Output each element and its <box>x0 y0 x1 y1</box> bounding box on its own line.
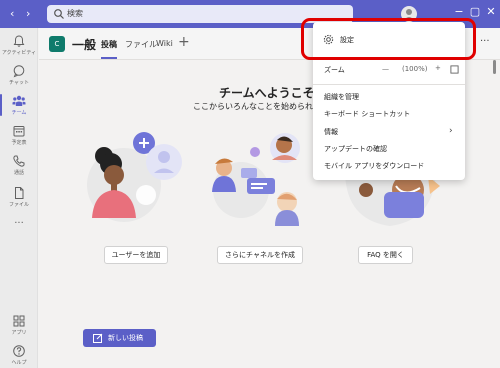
rail-label: アプリ <box>11 330 27 336</box>
rail-label: ヘルプ <box>11 360 27 366</box>
rail-item-apps[interactable]: アプリ <box>0 310 38 340</box>
tab-wiki[interactable]: Wiki <box>156 39 173 48</box>
team-avatar[interactable]: C <box>49 36 65 52</box>
channel-name: 一般 <box>72 38 97 52</box>
tab-posts[interactable]: 投稿 <box>101 39 117 59</box>
rail-item-calendar[interactable]: 予定表 <box>0 120 38 150</box>
chat-icon <box>13 65 25 78</box>
welcome-title: チームへようこそ! <box>219 86 321 100</box>
create-channel-button[interactable]: さらにチャネルを作成 <box>217 246 303 264</box>
help-icon <box>13 345 25 357</box>
rail-item-chat[interactable]: チャット <box>0 60 38 90</box>
add-tab-button[interactable]: + <box>178 34 190 50</box>
back-button[interactable]: ‹ <box>10 7 14 20</box>
fullscreen-icon[interactable] <box>450 65 459 74</box>
about-item[interactable]: 情報 <box>324 127 338 137</box>
phone-icon <box>13 155 25 167</box>
rail-item-files[interactable]: ファイル <box>0 182 38 212</box>
highlight-box <box>301 18 476 60</box>
add-user-button[interactable]: ユーザーを追加 <box>104 246 168 264</box>
more-apps-button[interactable]: ··· <box>0 214 38 234</box>
rail-label: チャット <box>9 80 29 86</box>
more-options-button[interactable]: ··· <box>480 36 490 47</box>
new-post-label: 新しい投稿 <box>108 334 143 342</box>
calendar-icon <box>13 126 25 137</box>
tab-files[interactable]: ファイル <box>125 39 157 50</box>
add-people-illustration <box>87 132 182 222</box>
scrollbar[interactable] <box>493 60 496 74</box>
search-icon <box>54 9 64 19</box>
compose-icon <box>93 333 103 343</box>
minimize-button[interactable]: − <box>452 5 466 19</box>
open-faq-button[interactable]: FAQ を開く <box>358 246 413 264</box>
bell-icon <box>13 35 25 47</box>
new-post-button[interactable]: 新しい投稿 <box>83 329 156 347</box>
forward-button[interactable]: › <box>26 7 30 20</box>
maximize-button[interactable]: ▢ <box>468 5 482 19</box>
rail-label: アクティビティ <box>1 50 37 56</box>
zoom-label: ズーム <box>324 66 345 74</box>
rail-label: 予定表 <box>11 140 27 146</box>
zoom-row: ズーム — (100%) + <box>324 63 459 77</box>
apps-icon <box>13 315 25 327</box>
search-placeholder: 検索 <box>67 9 83 18</box>
welcome-subtitle: ここからいろんなことを始められま <box>193 102 321 111</box>
close-button[interactable]: ✕ <box>484 5 498 19</box>
manage-org-item[interactable]: 組織を管理 <box>324 92 359 102</box>
rail-label: 通話 <box>13 170 24 176</box>
zoom-out-button[interactable]: — <box>382 65 389 73</box>
rail-item-calls[interactable]: 通話 <box>0 150 38 180</box>
check-updates-item[interactable]: アップデートの確認 <box>324 144 387 154</box>
rail-item-help[interactable]: ヘルプ <box>0 340 38 368</box>
rail-label: ファイル <box>8 202 29 208</box>
download-mobile-app-item[interactable]: モバイル アプリをダウンロード <box>324 161 424 171</box>
rail-item-activity[interactable]: アクティビティ <box>0 30 38 60</box>
keyboard-shortcuts-item[interactable]: キーボード ショートカット <box>324 109 410 119</box>
channels-illustration <box>212 133 300 226</box>
chevron-right-icon: › <box>449 126 453 136</box>
app-rail: アクティビティ チャット チーム 予定表 通話 ファイル ··· アプリ ヘルプ <box>0 28 38 368</box>
zoom-level: (100%) <box>402 65 428 73</box>
menu-divider <box>313 84 465 85</box>
zoom-in-button[interactable]: + <box>435 64 441 72</box>
file-icon <box>15 187 24 199</box>
rail-item-teams[interactable]: チーム <box>0 90 38 120</box>
teams-icon <box>12 95 26 106</box>
rail-label: チーム <box>11 110 27 116</box>
